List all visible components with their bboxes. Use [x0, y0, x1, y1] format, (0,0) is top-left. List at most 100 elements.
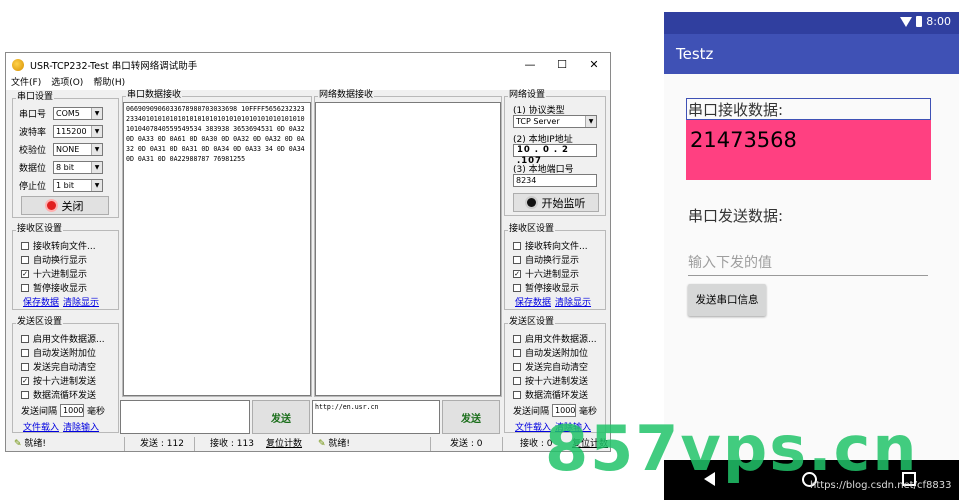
checkbox-icon: [21, 390, 29, 399]
net-recv-title: 网络数据接收: [318, 90, 375, 101]
left-reset-count-button[interactable]: 复位计数: [266, 438, 302, 451]
right-file-source-checkbox[interactable]: 启用文件数据源...: [513, 332, 597, 345]
left-save-data-link[interactable]: 保存数据: [23, 295, 59, 308]
serial-recv-group: 串口数据接收 0669090906033678980703033698 10FF…: [122, 90, 312, 397]
right-sent-count: 发送 : 0: [450, 439, 483, 449]
parity-select[interactable]: NONE ▼: [53, 143, 103, 156]
serial-settings-title: 串口设置: [16, 92, 55, 103]
databits-select[interactable]: 8 bit ▼: [53, 161, 103, 174]
checkbox-icon: [21, 348, 29, 357]
menu-file[interactable]: 文件(F): [11, 77, 41, 90]
checkbox-icon: [21, 362, 29, 371]
checkbox-icon: [21, 241, 29, 250]
right-recv-to-file-checkbox[interactable]: 接收转向文件...: [513, 239, 588, 252]
right-pause-display-checkbox[interactable]: 暂停接收显示: [513, 281, 579, 294]
net-send-input[interactable]: http://en.usr.cn: [312, 400, 440, 434]
right-clear-display-link[interactable]: 清除显示: [555, 295, 591, 308]
checkbox-icon: [21, 283, 29, 292]
serial-send-input[interactable]: [120, 400, 250, 434]
right-loop-send-checkbox[interactable]: 数据流循环发送: [513, 388, 588, 401]
checkbox-icon: [513, 362, 521, 371]
left-hex-send-checkbox[interactable]: ✓ 按十六进制发送: [21, 374, 96, 387]
left-recv-settings-title: 接收区设置: [16, 224, 64, 235]
local-port-input[interactable]: 8234: [513, 174, 597, 187]
left-ready-status: ✎ 就绪!: [14, 439, 47, 449]
serial-settings-group: 串口设置 串口号 COM5 ▼ 波特率 115200 ▼ 校验位 NONE ▼ 数据位…: [12, 92, 119, 218]
stopbits-label: 停止位: [19, 182, 47, 192]
left-pause-display-checkbox[interactable]: 暂停接收显示: [21, 281, 87, 294]
databits-label: 数据位: [19, 164, 47, 174]
tcp232-window: USR-TCP232-Test 串口转网络调试助手 — ☐ ✕ 文件(F) 选项…: [5, 52, 611, 452]
port-select[interactable]: COM5 ▼: [53, 107, 103, 120]
minimize-button[interactable]: —: [514, 53, 546, 77]
clock: 8:00: [926, 15, 951, 28]
left-interval-input[interactable]: 1000: [60, 404, 85, 417]
watermark: 857vps.cn: [545, 412, 919, 485]
left-loop-send-checkbox[interactable]: 数据流循环发送: [21, 388, 96, 401]
right-auto-clear-checkbox[interactable]: 发送完自动清空: [513, 360, 588, 373]
right-interval-label: 发送间隔: [513, 407, 550, 417]
checkbox-icon: [513, 255, 521, 264]
start-listen-button[interactable]: 开始监听: [513, 193, 599, 212]
check-icon: ✓: [21, 376, 29, 385]
left-hex-display-checkbox[interactable]: ✓ 十六进制显示: [21, 267, 87, 280]
recv-label: 串口接收数据:: [686, 98, 931, 120]
left-clear-input-link[interactable]: 清除输入: [63, 420, 99, 433]
serial-send-button[interactable]: 发送: [252, 400, 310, 434]
chevron-down-icon: ▼: [91, 108, 102, 119]
checkbox-icon: [513, 390, 521, 399]
chevron-down-icon: ▼: [91, 180, 102, 191]
baud-select[interactable]: 115200 ▼: [53, 125, 103, 138]
left-clear-display-link[interactable]: 清除显示: [63, 295, 99, 308]
right-auto-wrap-checkbox[interactable]: 自动换行显示: [513, 253, 579, 266]
net-settings-group: 网络设置 (1) 协议类型 TCP Server ▼ (2) 本地IP地址 10 …: [504, 90, 606, 216]
menu-options[interactable]: 选项(O): [51, 77, 83, 90]
left-interval-label: 发送间隔: [21, 407, 58, 417]
right-hex-send-checkbox[interactable]: 按十六进制发送: [513, 374, 588, 387]
left-auto-wrap-checkbox[interactable]: 自动换行显示: [21, 253, 87, 266]
net-send-button[interactable]: 发送: [442, 400, 500, 434]
serial-recv-area[interactable]: 0669090906033678980703033698 10FFFF56562…: [123, 102, 311, 396]
right-send-settings-title: 发送区设置: [508, 317, 556, 328]
chevron-down-icon: ▼: [91, 144, 102, 155]
net-recv-area[interactable]: [315, 102, 501, 396]
left-auto-clear-checkbox[interactable]: 发送完自动清空: [21, 360, 96, 373]
right-append-bit-checkbox[interactable]: 自动发送附加位: [513, 346, 588, 359]
close-port-button[interactable]: 关闭: [21, 196, 109, 215]
net-settings-title: 网络设置: [508, 90, 547, 101]
left-load-file-link[interactable]: 文件载入: [23, 420, 59, 433]
send-input[interactable]: 输入下发的值: [688, 252, 928, 276]
left-file-source-checkbox[interactable]: 启用文件数据源...: [21, 332, 105, 345]
checkbox-icon: [513, 348, 521, 357]
menu-help[interactable]: 帮助(H): [93, 77, 125, 90]
send-serial-button[interactable]: 发送串口信息: [688, 284, 766, 316]
right-hex-display-checkbox[interactable]: ✓ 十六进制显示: [513, 267, 579, 280]
right-recv-settings-group: 接收区设置 接收转向文件... 自动换行显示 ✓ 十六进制显示 暂停接收显示 保存…: [504, 224, 606, 310]
left-append-bit-checkbox[interactable]: 自动发送附加位: [21, 346, 96, 359]
checkbox-icon: [513, 376, 521, 385]
checkbox-icon: [513, 334, 521, 343]
stopbits-select[interactable]: 1 bit ▼: [53, 179, 103, 192]
left-recv-to-file-checkbox[interactable]: 接收转向文件...: [21, 239, 96, 252]
checkbox-icon: [513, 283, 521, 292]
chevron-down-icon: ▼: [91, 126, 102, 137]
maximize-button[interactable]: ☐: [546, 53, 578, 77]
title-bar: USR-TCP232-Test 串口转网络调试助手 — ☐ ✕: [6, 53, 610, 77]
left-recv-settings-group: 接收区设置 接收转向文件... 自动换行显示 ✓ 十六进制显示 暂停接收显示 保存…: [12, 224, 119, 310]
check-icon: ✓: [513, 269, 521, 278]
right-ready-status: ✎ 就绪!: [318, 439, 351, 449]
checkbox-icon: [513, 241, 521, 250]
left-sent-count: 发送 : 112: [140, 439, 184, 449]
wrench-icon: ✎: [14, 439, 22, 449]
window-title: USR-TCP232-Test 串口转网络调试助手: [30, 61, 198, 72]
send-label: 串口发送数据:: [688, 207, 784, 225]
chevron-down-icon: ▼: [585, 116, 596, 127]
right-save-data-link[interactable]: 保存数据: [515, 295, 551, 308]
protocol-select[interactable]: TCP Server ▼: [513, 115, 597, 128]
port-label: 串口号: [19, 110, 47, 120]
ip-input[interactable]: 10 . 0 . 2 .107: [513, 144, 597, 166]
wrench-icon: ✎: [318, 439, 326, 449]
wifi-icon: [900, 16, 913, 27]
android-status-bar: 8:00: [664, 12, 959, 34]
close-window-button[interactable]: ✕: [578, 53, 610, 77]
